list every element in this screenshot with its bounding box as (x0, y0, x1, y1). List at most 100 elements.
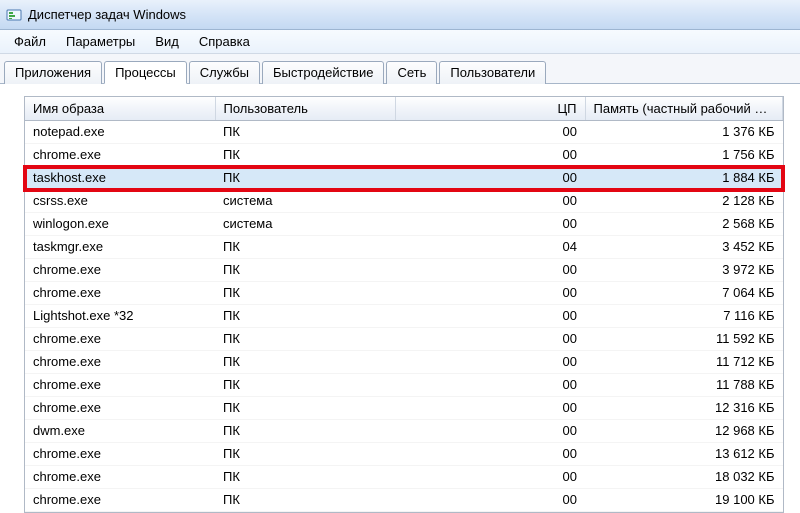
cell-name: chrome.exe (25, 282, 215, 305)
process-row[interactable]: chrome.exeПК0013 612 КБ (25, 443, 783, 466)
cell-user: ПК (215, 236, 395, 259)
cell-mem: 7 116 КБ (585, 305, 783, 328)
tab-performance[interactable]: Быстродействие (262, 61, 384, 84)
cell-mem: 13 612 КБ (585, 443, 783, 466)
cell-user: ПК (215, 144, 395, 167)
content-area: Имя образа Пользователь ЦП Память (частн… (0, 84, 800, 513)
cell-cpu: 00 (395, 167, 585, 190)
title-bar: Диспетчер задач Windows (0, 0, 800, 30)
cell-name: taskmgr.exe (25, 236, 215, 259)
tab-applications[interactable]: Приложения (4, 61, 102, 84)
col-header-image-name[interactable]: Имя образа (25, 97, 215, 121)
process-row[interactable]: chrome.exeПК0018 032 КБ (25, 466, 783, 489)
cell-user: ПК (215, 282, 395, 305)
process-row[interactable]: chrome.exeПК003 972 КБ (25, 259, 783, 282)
cell-name: notepad.exe (25, 121, 215, 144)
cell-name: dwm.exe (25, 420, 215, 443)
cell-name: Lightshot.exe *32 (25, 305, 215, 328)
cell-mem: 1 756 КБ (585, 144, 783, 167)
cell-mem: 11 592 КБ (585, 328, 783, 351)
cell-user: ПК (215, 420, 395, 443)
cell-name: taskhost.exe (25, 167, 215, 190)
menu-options[interactable]: Параметры (56, 32, 145, 51)
cell-name: chrome.exe (25, 351, 215, 374)
cell-mem: 2 128 КБ (585, 190, 783, 213)
cell-cpu: 00 (395, 466, 585, 489)
process-row[interactable]: chrome.exeПК007 064 КБ (25, 282, 783, 305)
menu-bar: Файл Параметры Вид Справка (0, 30, 800, 54)
cell-user: ПК (215, 443, 395, 466)
cell-name: csrss.exe (25, 190, 215, 213)
cell-user: ПК (215, 489, 395, 512)
cell-mem: 11 712 КБ (585, 351, 783, 374)
cell-name: winlogon.exe (25, 213, 215, 236)
menu-view[interactable]: Вид (145, 32, 189, 51)
process-table: Имя образа Пользователь ЦП Память (частн… (25, 97, 783, 512)
cell-user: система (215, 190, 395, 213)
cell-user: ПК (215, 351, 395, 374)
cell-cpu: 00 (395, 144, 585, 167)
cell-cpu: 00 (395, 443, 585, 466)
cell-cpu: 00 (395, 121, 585, 144)
process-row[interactable]: chrome.exeПК001 756 КБ (25, 144, 783, 167)
window-title: Диспетчер задач Windows (28, 7, 186, 22)
process-row[interactable]: csrss.exeсистема002 128 КБ (25, 190, 783, 213)
tab-services[interactable]: Службы (189, 61, 260, 84)
process-row[interactable]: notepad.exeПК001 376 КБ (25, 121, 783, 144)
tab-networking[interactable]: Сеть (386, 61, 437, 84)
process-row[interactable]: taskmgr.exeПК043 452 КБ (25, 236, 783, 259)
cell-cpu: 00 (395, 190, 585, 213)
cell-mem: 12 968 КБ (585, 420, 783, 443)
cell-mem: 11 788 КБ (585, 374, 783, 397)
process-row[interactable]: chrome.exeПК0011 788 КБ (25, 374, 783, 397)
cell-user: ПК (215, 121, 395, 144)
process-row[interactable]: taskhost.exeПК001 884 КБ (25, 167, 783, 190)
cell-user: ПК (215, 374, 395, 397)
process-row[interactable]: chrome.exeПК0019 100 КБ (25, 489, 783, 512)
cell-user: ПК (215, 466, 395, 489)
cell-user: ПК (215, 167, 395, 190)
col-header-user[interactable]: Пользователь (215, 97, 395, 121)
cell-cpu: 00 (395, 259, 585, 282)
cell-cpu: 00 (395, 489, 585, 512)
process-row[interactable]: dwm.exeПК0012 968 КБ (25, 420, 783, 443)
tab-users[interactable]: Пользователи (439, 61, 546, 84)
cell-name: chrome.exe (25, 466, 215, 489)
cell-cpu: 00 (395, 374, 585, 397)
tab-processes[interactable]: Процессы (104, 61, 187, 84)
cell-name: chrome.exe (25, 489, 215, 512)
cell-name: chrome.exe (25, 259, 215, 282)
cell-mem: 12 316 КБ (585, 397, 783, 420)
cell-user: ПК (215, 397, 395, 420)
cell-cpu: 00 (395, 305, 585, 328)
cell-user: ПК (215, 328, 395, 351)
cell-name: chrome.exe (25, 374, 215, 397)
cell-mem: 3 972 КБ (585, 259, 783, 282)
app-icon (6, 7, 22, 23)
cell-cpu: 00 (395, 420, 585, 443)
cell-user: ПК (215, 305, 395, 328)
cell-mem: 18 032 КБ (585, 466, 783, 489)
cell-mem: 2 568 КБ (585, 213, 783, 236)
cell-user: система (215, 213, 395, 236)
cell-user: ПК (215, 259, 395, 282)
cell-mem: 1 376 КБ (585, 121, 783, 144)
process-row[interactable]: Lightshot.exe *32ПК007 116 КБ (25, 305, 783, 328)
cell-name: chrome.exe (25, 443, 215, 466)
col-header-cpu[interactable]: ЦП (395, 97, 585, 121)
cell-mem: 19 100 КБ (585, 489, 783, 512)
cell-cpu: 00 (395, 282, 585, 305)
cell-name: chrome.exe (25, 328, 215, 351)
tab-bar: Приложения Процессы Службы Быстродействи… (0, 54, 800, 84)
process-row[interactable]: chrome.exeПК0011 712 КБ (25, 351, 783, 374)
process-row[interactable]: chrome.exeПК0011 592 КБ (25, 328, 783, 351)
process-table-wrap: Имя образа Пользователь ЦП Память (частн… (24, 96, 784, 513)
cell-name: chrome.exe (25, 397, 215, 420)
menu-file[interactable]: Файл (4, 32, 56, 51)
cell-name: chrome.exe (25, 144, 215, 167)
col-header-memory[interactable]: Память (частный рабочий наб... (585, 97, 783, 121)
process-row[interactable]: chrome.exeПК0012 316 КБ (25, 397, 783, 420)
process-row[interactable]: winlogon.exeсистема002 568 КБ (25, 213, 783, 236)
cell-cpu: 04 (395, 236, 585, 259)
menu-help[interactable]: Справка (189, 32, 260, 51)
